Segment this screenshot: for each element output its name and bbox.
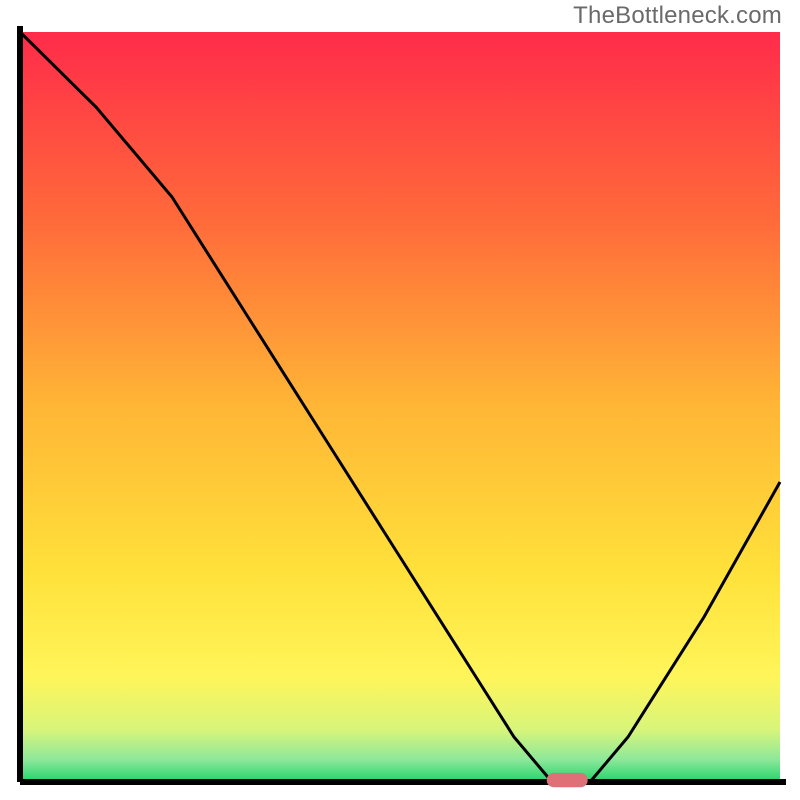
gradient-background [20, 32, 780, 782]
bottleneck-chart [14, 26, 786, 788]
chart-container: TheBottleneck.com [0, 0, 800, 800]
optimal-marker [547, 773, 588, 787]
